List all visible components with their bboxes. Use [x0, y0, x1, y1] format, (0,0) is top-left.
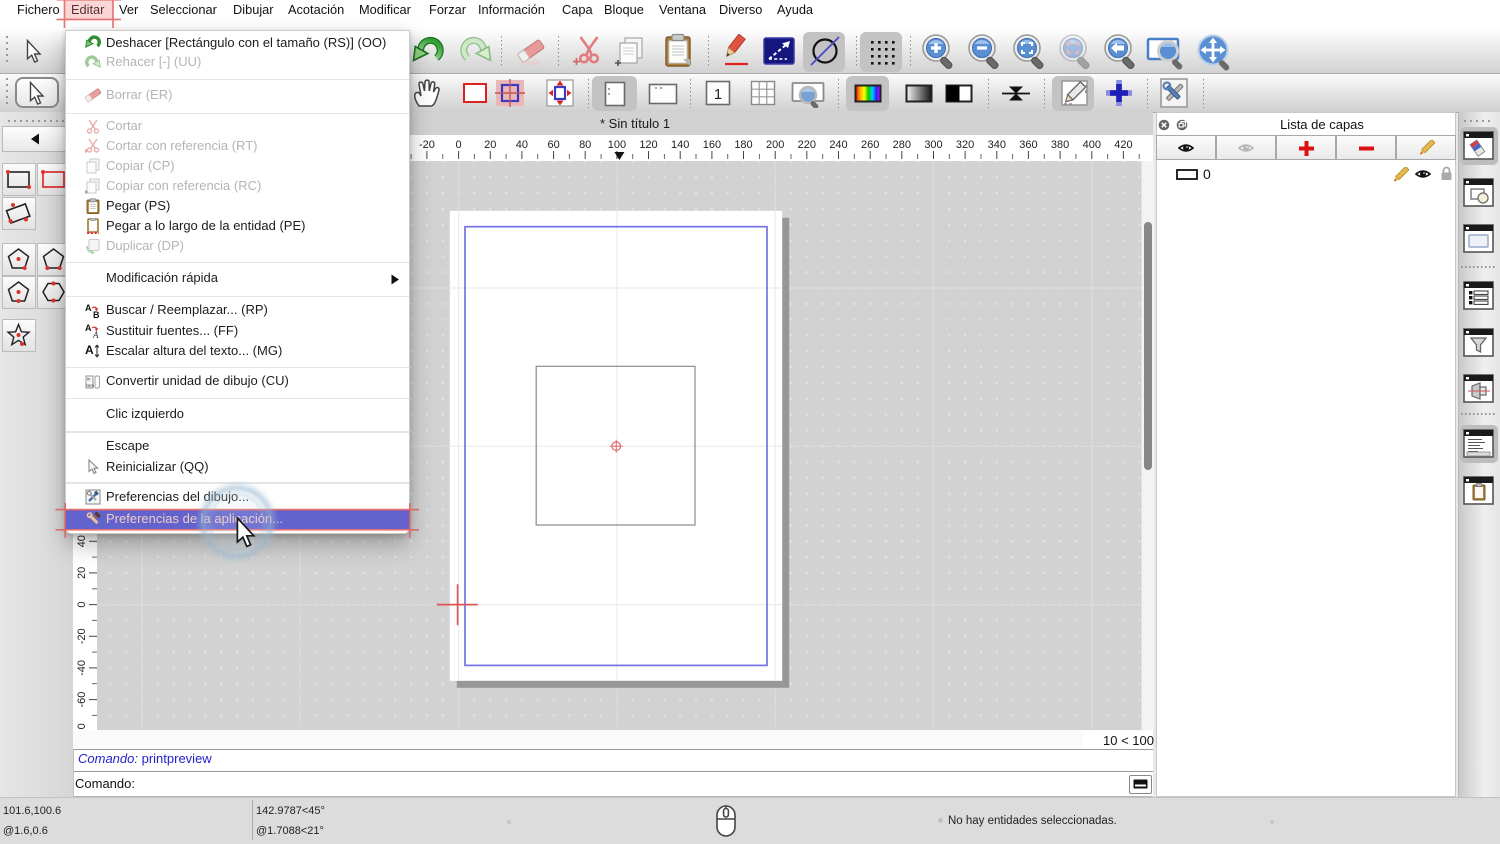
- svg-text:-20: -20: [419, 139, 435, 151]
- svg-text:in: in: [87, 377, 91, 382]
- svg-text:-20: -20: [76, 628, 88, 644]
- svg-text:200: 200: [766, 139, 784, 151]
- svg-text:320: 320: [956, 139, 974, 151]
- svg-text:20: 20: [484, 139, 496, 151]
- svg-text:140: 140: [671, 139, 689, 151]
- svg-text:420: 420: [1114, 139, 1132, 151]
- svg-text:360: 360: [1019, 139, 1037, 151]
- svg-text:300: 300: [924, 139, 942, 151]
- svg-text:1: 1: [714, 86, 722, 103]
- svg-text:20: 20: [76, 566, 88, 578]
- svg-text:-60: -60: [76, 691, 88, 707]
- svg-text:100: 100: [608, 139, 626, 151]
- svg-text:A: A: [85, 303, 92, 313]
- svg-text:340: 340: [988, 139, 1006, 151]
- svg-text:260: 260: [861, 139, 879, 151]
- svg-text:A: A: [85, 343, 94, 357]
- svg-text:-40: -40: [76, 659, 88, 675]
- svg-text:120: 120: [639, 139, 657, 151]
- svg-text:A: A: [85, 323, 92, 333]
- svg-text:240: 240: [829, 139, 847, 151]
- svg-text:400: 400: [1083, 139, 1101, 151]
- svg-text:40: 40: [516, 139, 528, 151]
- svg-text:0: 0: [76, 601, 88, 607]
- svg-text:180: 180: [734, 139, 752, 151]
- svg-text:280: 280: [893, 139, 911, 151]
- svg-text:0: 0: [456, 139, 462, 151]
- svg-text:60: 60: [547, 139, 559, 151]
- svg-text:mm: mm: [87, 383, 95, 388]
- svg-text:A: A: [92, 330, 99, 339]
- svg-text:160: 160: [703, 139, 721, 151]
- svg-text:220: 220: [798, 139, 816, 151]
- svg-text:380: 380: [1051, 139, 1069, 151]
- svg-text:80: 80: [579, 139, 591, 151]
- svg-text:B: B: [93, 310, 100, 319]
